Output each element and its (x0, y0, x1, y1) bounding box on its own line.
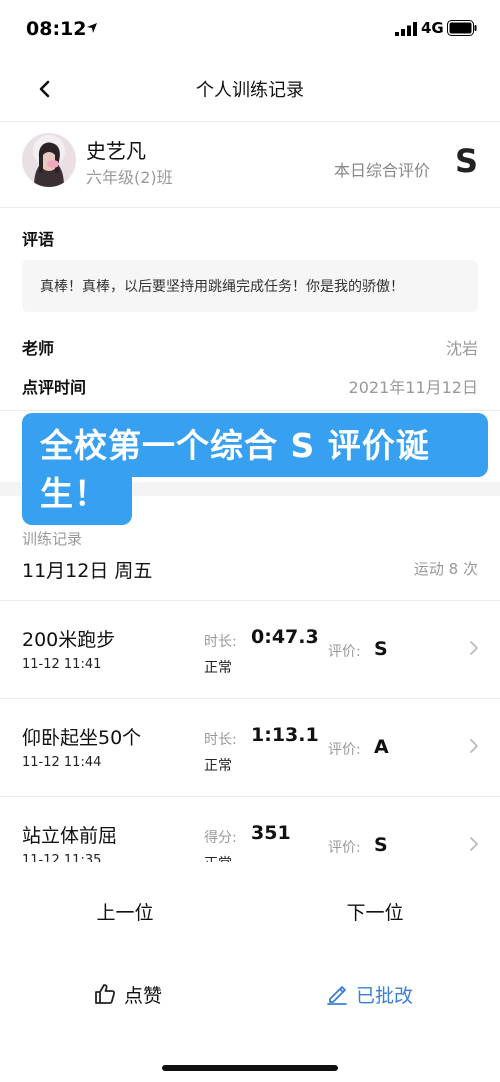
daily-eval-grade: S (455, 142, 479, 180)
next-student-button[interactable]: 下一位 (250, 898, 500, 928)
review-time-value: 2021年11月12日 (348, 378, 478, 397)
training-label: 训练记录 (22, 530, 83, 548)
location-arrow-icon (87, 23, 97, 33)
home-indicator (162, 1065, 338, 1071)
review-time-label: 点评时间 (22, 378, 87, 397)
record-name: 站立体前屈 (22, 825, 118, 847)
record-grade-label: 评价: (328, 742, 361, 758)
network-label: 4G (421, 19, 444, 37)
avatar[interactable] (22, 133, 76, 187)
record-grade: S (374, 638, 388, 660)
record-metric-value: 1:13.1 (251, 724, 319, 746)
chevron-right-icon (470, 739, 478, 753)
like-button[interactable]: 点赞 (94, 978, 162, 1010)
reviewed-button[interactable]: 已批改 (326, 978, 413, 1010)
record-status: 正常 (204, 853, 232, 862)
comment-text: 真棒！真棒，以后要坚持用跳绳完成任务！你是我的骄傲！ (40, 279, 404, 295)
caption-text: 全校第一个综合 S 评价诞生！ (40, 426, 430, 513)
prev-student-button[interactable]: 上一位 (0, 898, 250, 928)
pencil-icon (327, 986, 347, 1005)
status-bar: 08:12 4G (0, 0, 500, 56)
battery-icon (447, 20, 477, 36)
comment-box: 真棒！真棒，以后要坚持用跳绳完成任务！你是我的骄傲！ (22, 260, 478, 312)
record-metric-value: 0:47.3 (251, 626, 319, 648)
record-name: 仰卧起坐50个 (22, 727, 142, 749)
record-metric-value: 351 (251, 822, 291, 844)
record-grade-label: 评价: (328, 840, 361, 856)
like-label: 点赞 (124, 984, 163, 1007)
record-metric-label: 时长: (204, 732, 237, 748)
record-grade: A (374, 736, 389, 758)
caption-overlay: 全校第一个综合 S 评价诞生！ (22, 413, 488, 525)
record-metric-label: 得分: (204, 830, 237, 846)
record-time: 11-12 11:41 (22, 657, 102, 672)
nav-bar: 个人训练记录 (0, 56, 500, 122)
daily-eval-label: 本日综合评价 (334, 161, 431, 180)
record-status: 正常 (204, 660, 232, 676)
student-profile: 史艺凡 六年级(2)班 本日综合评价 S (0, 122, 500, 208)
reviewed-label: 已批改 (356, 984, 414, 1007)
thumbs-up-icon (95, 984, 116, 1004)
status-time: 08:12 (26, 18, 87, 40)
record-time: 11-12 11:44 (22, 755, 102, 770)
student-class: 六年级(2)班 (86, 168, 173, 187)
record-row[interactable]: 仰卧起坐50个 11-12 11:44 时长: 1:13.1 正常 评价: A (0, 698, 500, 796)
chevron-right-icon (470, 641, 478, 655)
record-list: 200米跑步 11-12 11:41 时长: 0:47.3 正常 评价: S 仰… (0, 600, 500, 862)
teacher-label: 老师 (22, 339, 55, 358)
page-title: 个人训练记录 (196, 80, 304, 101)
training-count: 运动 8 次 (413, 560, 478, 578)
training-date: 11月12日 周五 (22, 560, 153, 582)
chevron-right-icon (470, 837, 478, 851)
record-row[interactable]: 200米跑步 11-12 11:41 时长: 0:47.3 正常 评价: S (0, 600, 500, 698)
signal-icon (395, 22, 417, 36)
record-status: 正常 (204, 758, 232, 774)
bottom-action-bar: 上一位 下一位 点赞 已批改 (0, 862, 500, 1082)
record-time: 11-12 11:35 (22, 853, 102, 862)
avatar-image (22, 133, 76, 187)
teacher-name: 沈岩 (445, 339, 478, 358)
student-name: 史艺凡 (86, 139, 146, 163)
record-grade: S (374, 834, 388, 856)
record-metric-label: 时长: (204, 634, 237, 650)
record-name: 200米跑步 (22, 629, 116, 651)
record-grade-label: 评价: (328, 644, 361, 660)
record-row[interactable]: 站立体前屈 11-12 11:35 得分: 351 正常 评价: S (0, 796, 500, 862)
comment-label: 评语 (22, 230, 55, 249)
divider (0, 410, 500, 411)
